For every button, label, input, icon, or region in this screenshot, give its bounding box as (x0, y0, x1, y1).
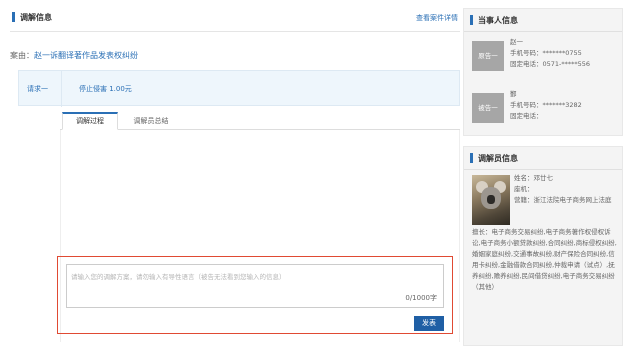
party-details: 鄞 手机号码：*******3282 固定电话： (510, 89, 582, 122)
party-plaintiff: 原告一 赵一 手机号码：*******0755 固定电话：0571-*****5… (472, 37, 617, 77)
mediator-name: 姓名：邓廿七 (514, 174, 553, 182)
sidebar: 当事人信息 原告一 赵一 手机号码：*******0755 固定电话：0571-… (463, 8, 623, 348)
parties-title: 当事人信息 (478, 16, 518, 25)
mediation-plan-input[interactable]: 请输入您的调解方案，请勿输入有导性语言（被告无法看到您输入的信息） 0/1000… (66, 264, 444, 308)
party-landline: 固定电话： (510, 112, 543, 120)
request-divider (61, 71, 62, 107)
party-phone: 手机号码：*******3282 (510, 101, 582, 109)
section-title: 调解信息 (20, 13, 52, 22)
tab-bar: 调解过程 调解员总结 (60, 112, 460, 130)
title-accent-bar (470, 153, 473, 163)
party-defendant: 被告一 鄞 手机号码：*******3282 固定电话： (472, 89, 617, 129)
avatar: 被告一 (472, 93, 504, 123)
section-header: 调解信息 查看案件详情 (10, 8, 460, 28)
parties-card: 当事人信息 原告一 赵一 手机号码：*******0755 固定电话：0571-… (463, 8, 623, 136)
title-accent-bar (470, 15, 473, 25)
divider (10, 31, 460, 32)
input-placeholder: 请输入您的调解方案，请勿输入有导性语言（被告无法看到您输入的信息） (71, 273, 286, 281)
avatar: 原告一 (472, 41, 504, 71)
publish-button[interactable]: 发表 (414, 316, 444, 331)
divider (464, 169, 622, 170)
title-accent-bar (12, 12, 15, 22)
party-name: 赵一 (510, 38, 523, 46)
party-name: 鄞 (510, 90, 517, 98)
request-value: 停止侵害 1.00元 (79, 85, 132, 93)
party-phone: 手机号码：*******0755 (510, 49, 582, 57)
mediator-photo (472, 175, 510, 225)
case-cause: 案由：赵一诉翻译著作品发表权纠纷 (10, 50, 138, 61)
tab-mediator-summary[interactable]: 调解员总结 (122, 112, 180, 130)
mediator-title: 调解员信息 (478, 154, 518, 163)
party-landline: 固定电话：0571-*****556 (510, 60, 591, 68)
mediator-details: 姓名：邓廿七 座机： 营籍：浙江法院电子商务网上法庭 (514, 173, 618, 206)
party-details: 赵一 手机号码：*******0755 固定电话：0571-*****556 (510, 37, 590, 70)
request-row: 请求一 停止侵害 1.00元 (18, 70, 460, 107)
tab-mediation-process[interactable]: 调解过程 (62, 112, 118, 130)
mediator-card: 调解员信息 姓名：邓廿七 座机： 营籍：浙江法院电子商务网上法庭 擅长：电子商务… (463, 146, 623, 346)
case-cause-label: 案由： (10, 51, 34, 60)
request-label: 请求一 (27, 85, 48, 93)
case-cause-value: 赵一诉翻译著作品发表权纠纷 (34, 51, 138, 60)
mediator-mobile: 座机： (514, 185, 534, 193)
mediator-org: 营籍：浙江法院电子商务网上法庭 (514, 196, 612, 204)
mediator-specialty: 擅长：电子商务交易纠纷,电子商务著作权侵权诉讼,电子商务小额贷款纠纷,合同纠纷,… (472, 228, 617, 291)
char-counter: 0/1000字 (405, 294, 437, 302)
divider (464, 31, 622, 32)
view-case-details-link[interactable]: 查看案件详情 (416, 13, 458, 23)
